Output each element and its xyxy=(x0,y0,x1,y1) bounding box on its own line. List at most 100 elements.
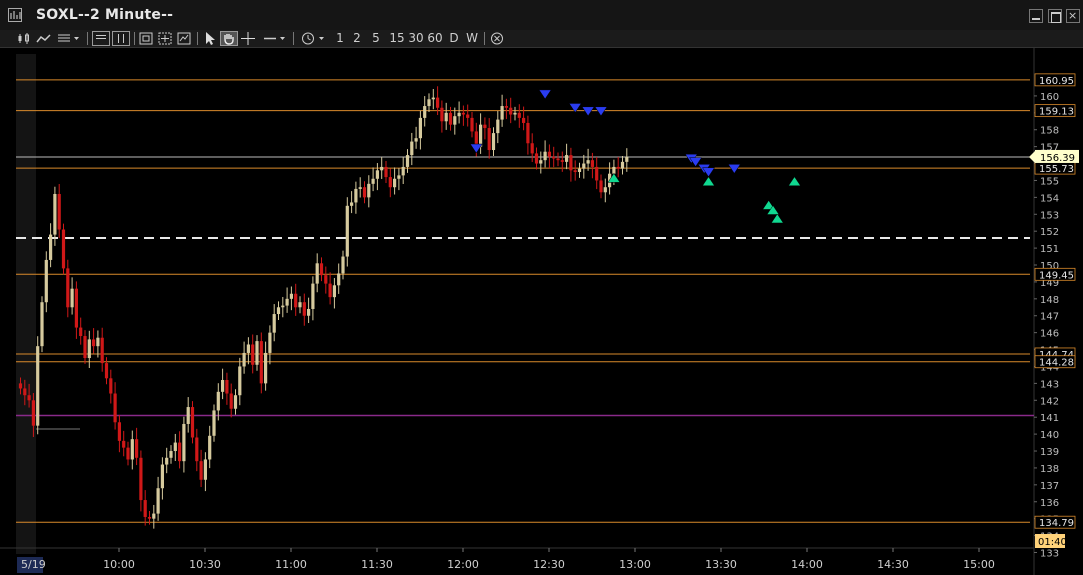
candle-body[interactable] xyxy=(135,439,139,458)
interval-day-button[interactable]: D xyxy=(447,31,461,46)
candle-body[interactable] xyxy=(221,379,225,392)
candle-body[interactable] xyxy=(388,177,392,188)
candle-body[interactable] xyxy=(547,151,551,157)
line-style-icon[interactable] xyxy=(36,31,52,46)
candle-body[interactable] xyxy=(190,407,195,438)
candle-body[interactable] xyxy=(560,160,564,162)
candle-body[interactable] xyxy=(491,133,496,151)
candle-body[interactable] xyxy=(294,293,298,308)
candle-body[interactable] xyxy=(616,166,620,169)
candle-body[interactable] xyxy=(436,97,440,108)
candle-body[interactable] xyxy=(307,308,311,316)
draw-line-dropdown-icon[interactable] xyxy=(262,31,288,46)
candle-body[interactable] xyxy=(448,112,453,125)
candle-body[interactable] xyxy=(496,119,500,134)
candle-body[interactable] xyxy=(530,143,534,154)
candle-body[interactable] xyxy=(165,457,169,465)
candle-body[interactable] xyxy=(479,124,483,147)
candle-body[interactable] xyxy=(66,268,70,308)
candle-body[interactable] xyxy=(74,288,78,328)
candle-body[interactable] xyxy=(556,158,560,161)
candle-body[interactable] xyxy=(143,500,147,517)
candle-body[interactable] xyxy=(315,263,319,284)
candle-body[interactable] xyxy=(44,259,48,303)
candle-body[interactable] xyxy=(337,273,341,286)
candle-body[interactable] xyxy=(414,138,418,142)
pointer-icon[interactable] xyxy=(201,31,217,46)
candle-body[interactable] xyxy=(603,187,607,193)
candle-body[interactable] xyxy=(418,117,422,139)
candle-body[interactable] xyxy=(350,202,354,206)
candle-body[interactable] xyxy=(173,442,177,452)
candle-body[interactable] xyxy=(393,178,397,188)
candle-body[interactable] xyxy=(36,346,40,426)
candle-body[interactable] xyxy=(397,175,401,179)
candle-body[interactable] xyxy=(384,166,388,178)
candle-body[interactable] xyxy=(225,379,229,394)
candle-body[interactable] xyxy=(208,435,212,460)
candle-body[interactable] xyxy=(341,256,345,274)
candle-body[interactable] xyxy=(470,117,474,132)
candle-body[interactable] xyxy=(590,160,594,167)
candle-body[interactable] xyxy=(539,160,543,164)
candle-body[interactable] xyxy=(216,391,220,411)
candle-body[interactable] xyxy=(117,422,121,441)
candle-body[interactable] xyxy=(49,234,53,260)
interval-week-button[interactable]: W xyxy=(464,31,480,46)
candle-body[interactable] xyxy=(79,327,83,337)
candle-body[interactable] xyxy=(27,395,31,401)
candle-body[interactable] xyxy=(461,112,465,115)
candle-body[interactable] xyxy=(311,283,315,309)
candle-body[interactable] xyxy=(96,337,100,347)
candle-body[interactable] xyxy=(285,298,289,306)
interval-30-button[interactable]: 30 xyxy=(407,31,425,46)
candle-body[interactable] xyxy=(92,339,96,347)
candle-body[interactable] xyxy=(242,352,246,367)
candle-body[interactable] xyxy=(367,183,371,198)
candle-body[interactable] xyxy=(453,116,457,125)
candle-body[interactable] xyxy=(620,161,625,169)
interval-60-button[interactable]: 60 xyxy=(426,31,444,46)
zoom-fit-icon[interactable] xyxy=(138,31,154,46)
candle-body[interactable] xyxy=(70,288,74,308)
candle-body[interactable] xyxy=(298,302,302,308)
minimize-icon[interactable] xyxy=(1029,9,1043,23)
candle-body[interactable] xyxy=(246,344,250,353)
candle-body[interactable] xyxy=(199,461,203,480)
candle-body[interactable] xyxy=(487,128,491,151)
candle-body[interactable] xyxy=(212,410,216,436)
candle-body[interactable] xyxy=(517,112,521,118)
interval-15-button[interactable]: 15 xyxy=(388,31,406,46)
candle-body[interactable] xyxy=(229,393,233,409)
candle-body[interactable] xyxy=(31,400,35,426)
candle-body[interactable] xyxy=(625,156,629,162)
candle-body[interactable] xyxy=(500,106,504,120)
candle-body[interactable] xyxy=(147,516,152,519)
candle-body[interactable] xyxy=(169,451,173,458)
candle-body[interactable] xyxy=(457,112,461,117)
close-icon[interactable]: × xyxy=(1066,9,1080,23)
candle-body[interactable] xyxy=(268,332,272,353)
candle-body[interactable] xyxy=(23,388,27,396)
candle-body[interactable] xyxy=(319,263,324,276)
candle-body[interactable] xyxy=(238,366,242,396)
candle-body[interactable] xyxy=(410,141,414,156)
candle-body[interactable] xyxy=(573,170,577,173)
candle-body[interactable] xyxy=(427,99,431,107)
candle-body[interactable] xyxy=(195,437,199,462)
candle-body[interactable] xyxy=(160,464,164,489)
candle-body[interactable] xyxy=(255,341,259,365)
crosshair-icon[interactable] xyxy=(240,31,256,46)
candle-body[interactable] xyxy=(104,363,109,379)
candle-body[interactable] xyxy=(526,122,530,144)
candle-body[interactable] xyxy=(152,513,156,519)
candle-body[interactable] xyxy=(178,442,182,462)
candle-body[interactable] xyxy=(612,166,616,174)
candle-body[interactable] xyxy=(371,178,375,184)
candle-body[interactable] xyxy=(509,107,513,115)
stacked-panes-button[interactable] xyxy=(92,31,110,46)
candle-body[interactable] xyxy=(302,302,306,316)
candle-body[interactable] xyxy=(109,378,113,394)
candle-body[interactable] xyxy=(126,447,130,460)
candle-body[interactable] xyxy=(552,156,556,159)
